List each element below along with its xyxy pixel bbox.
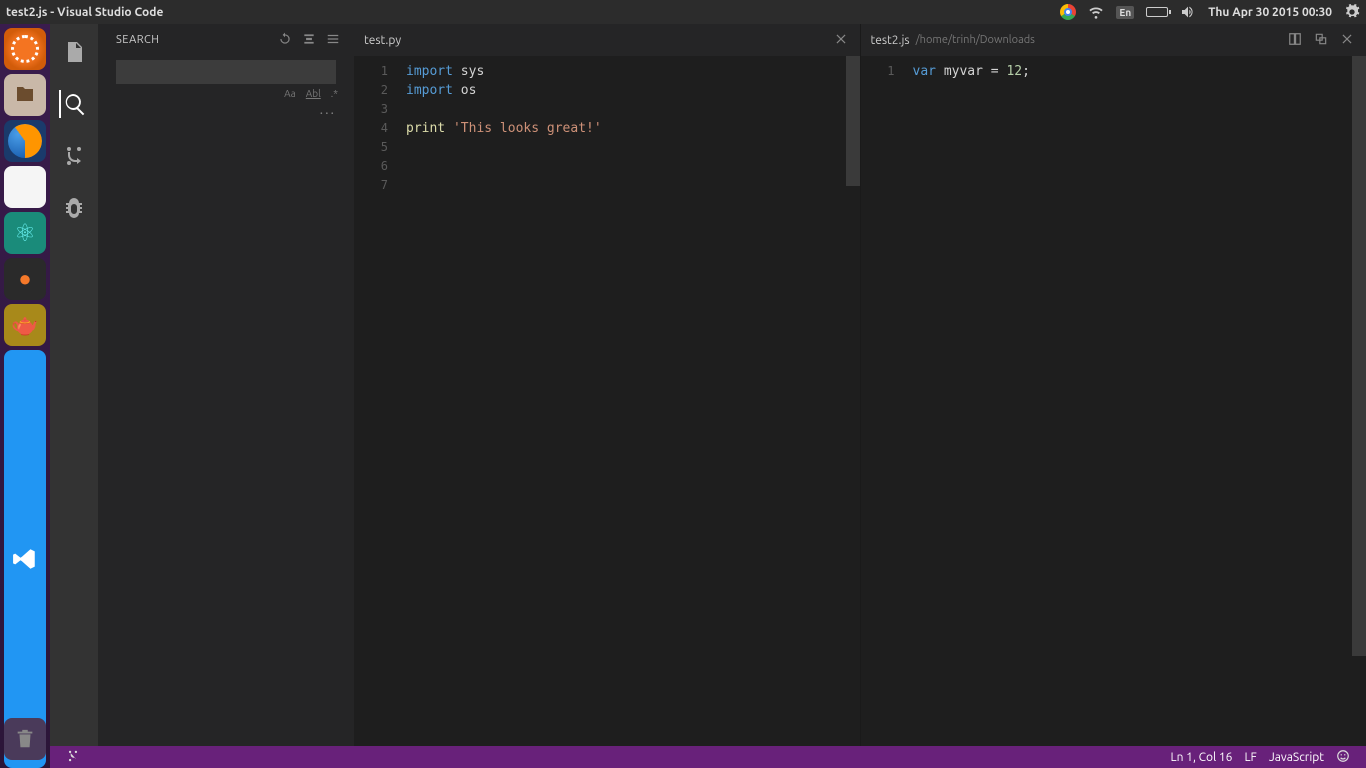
split-icon[interactable] (1288, 32, 1304, 48)
datetime[interactable]: Thu Apr 30 2015 00:30 (1208, 6, 1332, 19)
unity-launcher (0, 24, 50, 768)
launcher-vscode[interactable] (4, 350, 46, 768)
feedback-icon[interactable] (1336, 749, 1350, 766)
tab-bar: test2.js/home/trinh/Downloads (861, 24, 1366, 56)
launcher-blender[interactable] (4, 258, 46, 300)
battery-icon[interactable] (1146, 7, 1168, 17)
toggle-replace[interactable]: ... (98, 101, 354, 117)
regex-toggle[interactable]: .* (331, 88, 338, 99)
gear-icon[interactable] (1344, 4, 1360, 20)
status-eol[interactable]: LF (1244, 751, 1256, 764)
activity-explorer[interactable] (60, 38, 88, 66)
launcher-tea[interactable] (4, 304, 46, 346)
search-input[interactable] (116, 60, 336, 84)
overview-ruler[interactable] (846, 56, 860, 746)
clear-icon[interactable] (326, 32, 342, 48)
match-case-toggle[interactable]: Aa (284, 88, 296, 99)
volume-icon[interactable] (1180, 4, 1196, 20)
code-editor[interactable]: 1var myvar = 12; (861, 56, 1366, 746)
close-icon[interactable] (834, 32, 850, 48)
line-gutter: 1234567 (354, 56, 402, 746)
line-gutter: 1 (861, 56, 909, 746)
close-icon[interactable] (1340, 32, 1356, 48)
tab-filename[interactable]: test2.js (871, 34, 910, 47)
overview-ruler[interactable] (1352, 56, 1366, 746)
status-language[interactable]: JavaScript (1269, 751, 1324, 764)
activity-debug[interactable] (60, 194, 88, 222)
match-word-toggle[interactable]: Abl (306, 88, 321, 99)
wifi-icon[interactable] (1088, 4, 1104, 20)
launcher-chrome[interactable] (4, 166, 46, 208)
activity-search[interactable] (59, 90, 87, 118)
tab-filepath: /home/trinh/Downloads (916, 34, 1035, 46)
status-bar: Ln 1, Col 16 LF JavaScript (50, 746, 1366, 768)
tab-bar: test.py (354, 24, 860, 56)
launcher-atom[interactable] (4, 212, 46, 254)
chrome-tray-icon[interactable] (1060, 4, 1076, 20)
sidebar-title: SEARCH (116, 34, 270, 46)
launcher-files[interactable] (4, 74, 46, 116)
editor-group: test.py 1234567import sysimport os print … (354, 24, 1366, 746)
code-content[interactable]: var myvar = 12; (909, 56, 1366, 746)
code-content[interactable]: import sysimport os print 'This looks gr… (402, 56, 860, 746)
activity-bar (50, 24, 98, 746)
editor-pane: test.py 1234567import sysimport os print … (354, 24, 860, 746)
refresh-icon[interactable] (278, 32, 294, 48)
collapse-icon[interactable] (302, 32, 318, 48)
activity-git[interactable] (60, 142, 88, 170)
system-tray: En Thu Apr 30 2015 00:30 (1060, 4, 1360, 20)
os-top-bar: test2.js - Visual Studio Code En Thu Apr… (0, 0, 1366, 24)
git-branch-icon[interactable] (66, 749, 80, 766)
launcher-ubuntu[interactable] (4, 28, 46, 70)
search-sidebar: SEARCH Aa Abl .* ... (98, 24, 354, 746)
editor-pane: test2.js/home/trinh/Downloads1var myvar … (860, 24, 1366, 746)
launcher-firefox[interactable] (4, 120, 46, 162)
status-position[interactable]: Ln 1, Col 16 (1170, 751, 1232, 764)
vscode-window: SEARCH Aa Abl .* ... test.py 1234567impor… (50, 24, 1366, 768)
tab-filename[interactable]: test.py (364, 34, 401, 47)
code-editor[interactable]: 1234567import sysimport os print 'This l… (354, 56, 860, 746)
open-change-icon[interactable] (1314, 32, 1330, 48)
window-title: test2.js - Visual Studio Code (6, 6, 1060, 19)
lang-indicator[interactable]: En (1116, 6, 1134, 19)
launcher-trash[interactable] (4, 718, 46, 760)
